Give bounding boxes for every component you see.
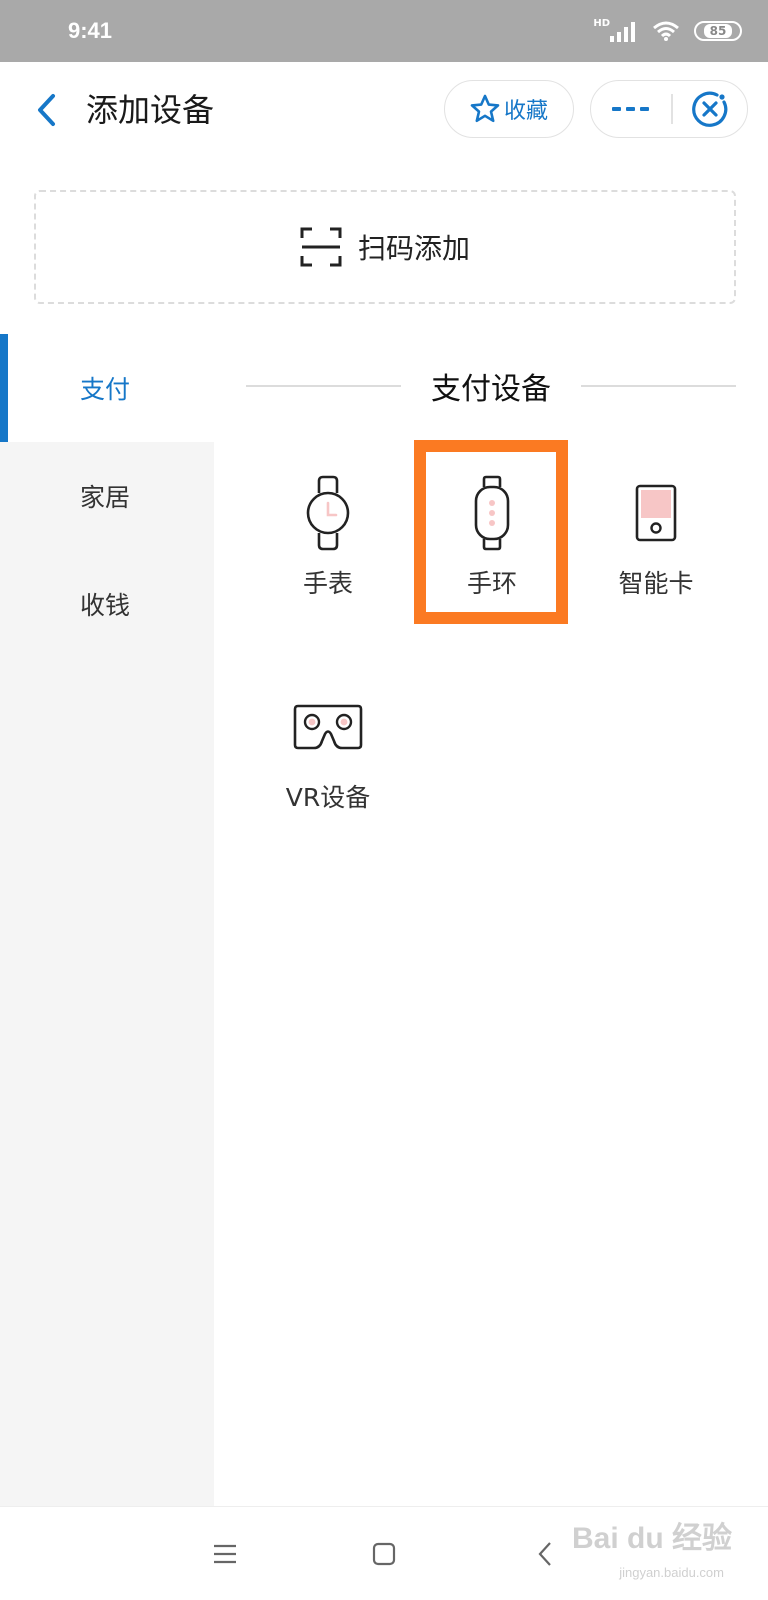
sidebar-item-collect-money[interactable]: 收钱 <box>0 550 214 658</box>
menu-button[interactable] <box>200 1529 250 1579</box>
navigation-bar: Bai du 经验 jingyan.baidu.com <box>0 1506 768 1600</box>
scan-icon <box>300 227 342 267</box>
close-circle-icon <box>691 91 728 127</box>
sidebar-item-home[interactable]: 家居 <box>0 442 214 550</box>
scan-add-button[interactable]: 扫码添加 <box>34 190 736 304</box>
home-square-icon <box>372 1542 396 1566</box>
watermark-brand: Bai du 经验 <box>571 1522 732 1555</box>
category-sidebar: 支付 家居 收钱 <box>0 334 214 1506</box>
device-label: VR设备 <box>285 783 371 812</box>
back-button[interactable] <box>26 86 66 134</box>
watch-icon <box>288 468 368 558</box>
sidebar-item-label: 支付 <box>80 375 131 404</box>
highlight-box <box>414 440 568 624</box>
sidebar-item-label: 收钱 <box>80 591 131 620</box>
divider-line <box>246 385 401 387</box>
smart-card-icon <box>616 468 696 558</box>
network-label: HD <box>593 18 610 29</box>
section-header: 支付设备 <box>246 358 736 414</box>
section-title: 支付设备 <box>431 372 551 407</box>
device-smart-card[interactable]: 智能卡 <box>574 448 738 608</box>
device-watch[interactable]: 手表 <box>246 448 410 608</box>
device-label: 手表 <box>302 569 353 598</box>
battery-icon: 85 <box>694 21 742 41</box>
nav-back-button[interactable] <box>520 1529 570 1579</box>
status-icons: HD 85 <box>593 16 742 46</box>
title-bar: 添加设备 收藏 <box>0 62 768 158</box>
device-vr[interactable]: VR设备 <box>246 662 410 822</box>
mini-program-capsule <box>590 80 748 138</box>
chevron-left-icon <box>38 94 55 126</box>
menu-icon <box>214 1544 236 1564</box>
signal-icon <box>610 22 635 42</box>
sidebar-item-label: 家居 <box>80 483 131 512</box>
favorite-label: 收藏 <box>503 99 548 124</box>
scan-add-label: 扫码添加 <box>357 232 470 265</box>
more-dots-icon <box>612 107 649 111</box>
battery-level: 85 <box>703 24 733 38</box>
status-bar: 9:41 HD 85 <box>0 0 768 62</box>
device-label: 智能卡 <box>618 569 694 598</box>
vr-headset-icon <box>288 682 368 772</box>
watermark-domain: jingyan.baidu.com <box>619 1565 724 1580</box>
sidebar-item-payment[interactable]: 支付 <box>0 334 214 442</box>
nav-back-icon <box>538 1542 551 1566</box>
more-button[interactable] <box>591 81 671 137</box>
status-time: 9:41 <box>68 18 113 43</box>
page-title: 添加设备 <box>86 91 215 129</box>
favorite-button[interactable]: 收藏 <box>444 80 574 138</box>
divider-line <box>581 385 736 387</box>
close-button[interactable] <box>673 81 748 137</box>
home-button[interactable] <box>359 1529 409 1579</box>
wifi-icon <box>653 21 679 41</box>
star-icon <box>470 94 500 123</box>
